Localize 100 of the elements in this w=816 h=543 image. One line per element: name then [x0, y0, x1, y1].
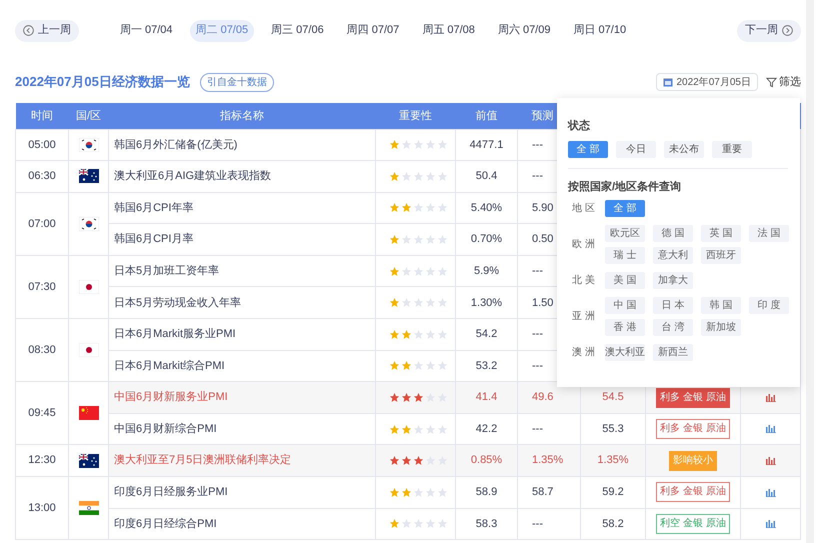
bar-chart-icon[interactable] [766, 456, 776, 466]
day-tab[interactable]: 周六 07/09 [492, 20, 556, 42]
region-chip[interactable]: 瑞 士 [604, 247, 645, 264]
impact-tag: 利多 金银 原油 [656, 388, 730, 408]
previous-value: 4477.1 [470, 138, 504, 151]
status-chip[interactable]: 重要 [712, 140, 752, 158]
filter-button[interactable]: 筛选 [766, 74, 801, 90]
region-chip[interactable]: 中 国 [604, 297, 645, 314]
actual-value: 54.5 [602, 391, 624, 404]
previous-week-button[interactable]: 上一周 [15, 20, 79, 42]
star-icon [425, 202, 436, 214]
bar-chart-icon[interactable] [766, 519, 776, 528]
column-header: 指标名称 [220, 110, 264, 122]
star-icon [401, 170, 412, 182]
previous-value: 54.2 [476, 328, 498, 340]
star-icon [413, 328, 424, 340]
star-icon [389, 455, 400, 466]
bar-chart-icon[interactable] [766, 392, 776, 402]
next-week-button[interactable]: 下一周 [737, 20, 801, 42]
impact-tag: 利多 金银 原油 [656, 419, 730, 440]
star-icon [413, 234, 424, 246]
indicator-name: 澳大利亚至7月5日澳洲联储利率决定 [114, 454, 292, 466]
star-icon [413, 170, 424, 182]
column-header: 国/区 [76, 110, 102, 122]
star-icon [389, 297, 400, 308]
star-icon [425, 234, 436, 246]
time-cell: 12:30 [28, 454, 56, 466]
date-field[interactable]: 2022年07月05日 [656, 73, 758, 91]
region-chip[interactable]: 印 度 [748, 297, 789, 314]
star-icon [437, 139, 448, 150]
day-tab[interactable]: 周三 07/06 [265, 20, 330, 42]
status-chip[interactable]: 全 部 [568, 140, 608, 158]
indicator-name: 日本5月劳动现金收入年率 [114, 296, 242, 309]
indicator-name: 韩国6月CPI年率 [114, 202, 194, 214]
status-chip[interactable]: 未公布 [664, 140, 704, 158]
region-chip[interactable]: 台 湾 [652, 319, 693, 336]
previous-value: 58.9 [476, 486, 498, 498]
forecast-value: --- [532, 328, 543, 340]
star-icon [413, 360, 424, 372]
region-label: 澳 洲 [571, 346, 596, 360]
previous-value: 5.40% [470, 202, 502, 214]
region-chip[interactable]: 西班牙 [700, 247, 741, 264]
star-icon [437, 518, 448, 530]
star-icon [413, 486, 424, 498]
star-icon [401, 424, 412, 435]
date-value: 2022年07月05日 [676, 76, 751, 90]
time-cell: 09:45 [28, 407, 56, 420]
region-chip[interactable]: 意大利 [652, 247, 693, 264]
calendar-icon [662, 77, 672, 87]
region-chip[interactable]: 美 国 [604, 272, 645, 289]
previous-value: 0.85% [470, 454, 502, 466]
bar-chart-icon[interactable] [766, 424, 776, 434]
impact-tag: 影响较小 [669, 450, 717, 471]
region-chip[interactable]: 英 国 [700, 225, 741, 242]
forecast-value: 1.50 [532, 296, 554, 309]
region-chip[interactable]: 德 国 [652, 225, 693, 242]
region-chip[interactable]: 加拿大 [652, 272, 693, 289]
forecast-value: --- [532, 422, 543, 435]
day-tab[interactable]: 周二 07/05 [190, 20, 254, 42]
region-chip[interactable]: 香 港 [604, 319, 645, 336]
flag-icon [78, 216, 98, 231]
indicator-name: 韩国6月CPI月率 [114, 233, 194, 246]
star-icon [437, 328, 448, 340]
region-chip[interactable]: 澳大利亚 [604, 344, 645, 361]
forecast-value: 49.6 [532, 391, 554, 404]
status-chip[interactable]: 今日 [616, 140, 656, 158]
star-icon [401, 297, 412, 308]
region-chip[interactable]: 欧元区 [604, 225, 645, 242]
star-icon [389, 202, 400, 214]
day-tab[interactable]: 周五 07/08 [416, 20, 481, 42]
impact-tag: 利多 金银 原油 [656, 482, 730, 502]
time-cell: 13:00 [28, 502, 56, 514]
day-tab[interactable]: 周日 07/10 [567, 20, 632, 42]
star-icon [401, 328, 412, 340]
region-chip[interactable]: 全 部 [604, 200, 645, 217]
region-chip[interactable]: 法 国 [748, 225, 789, 242]
impact-tag: 利空 金银 原油 [656, 514, 730, 534]
star-icon [401, 392, 412, 404]
previous-value: 0.70% [470, 233, 502, 246]
star-icon [425, 360, 436, 372]
day-tab[interactable]: 周一 07/04 [114, 20, 179, 42]
previous-value: 50.4 [476, 170, 498, 182]
star-icon [389, 266, 400, 277]
star-icon [437, 297, 448, 308]
star-icon [425, 170, 436, 182]
bar-chart-icon[interactable] [766, 488, 776, 497]
star-icon [401, 486, 412, 498]
forecast-value: --- [532, 518, 543, 530]
region-chip[interactable]: 新加坡 [700, 319, 741, 336]
status-heading: 状态 [568, 118, 591, 134]
region-chip[interactable]: 日 本 [652, 297, 693, 314]
region-chip[interactable]: 韩 国 [700, 297, 741, 314]
column-header: 前值 [476, 110, 498, 122]
previous-value: 41.4 [476, 391, 498, 404]
region-chip[interactable]: 新西兰 [652, 344, 693, 361]
region-label: 地 区 [571, 202, 596, 216]
day-tab[interactable]: 周四 07/07 [340, 20, 406, 42]
flag-icon [78, 280, 98, 294]
star-icon [437, 486, 448, 498]
flag-icon [78, 343, 98, 358]
